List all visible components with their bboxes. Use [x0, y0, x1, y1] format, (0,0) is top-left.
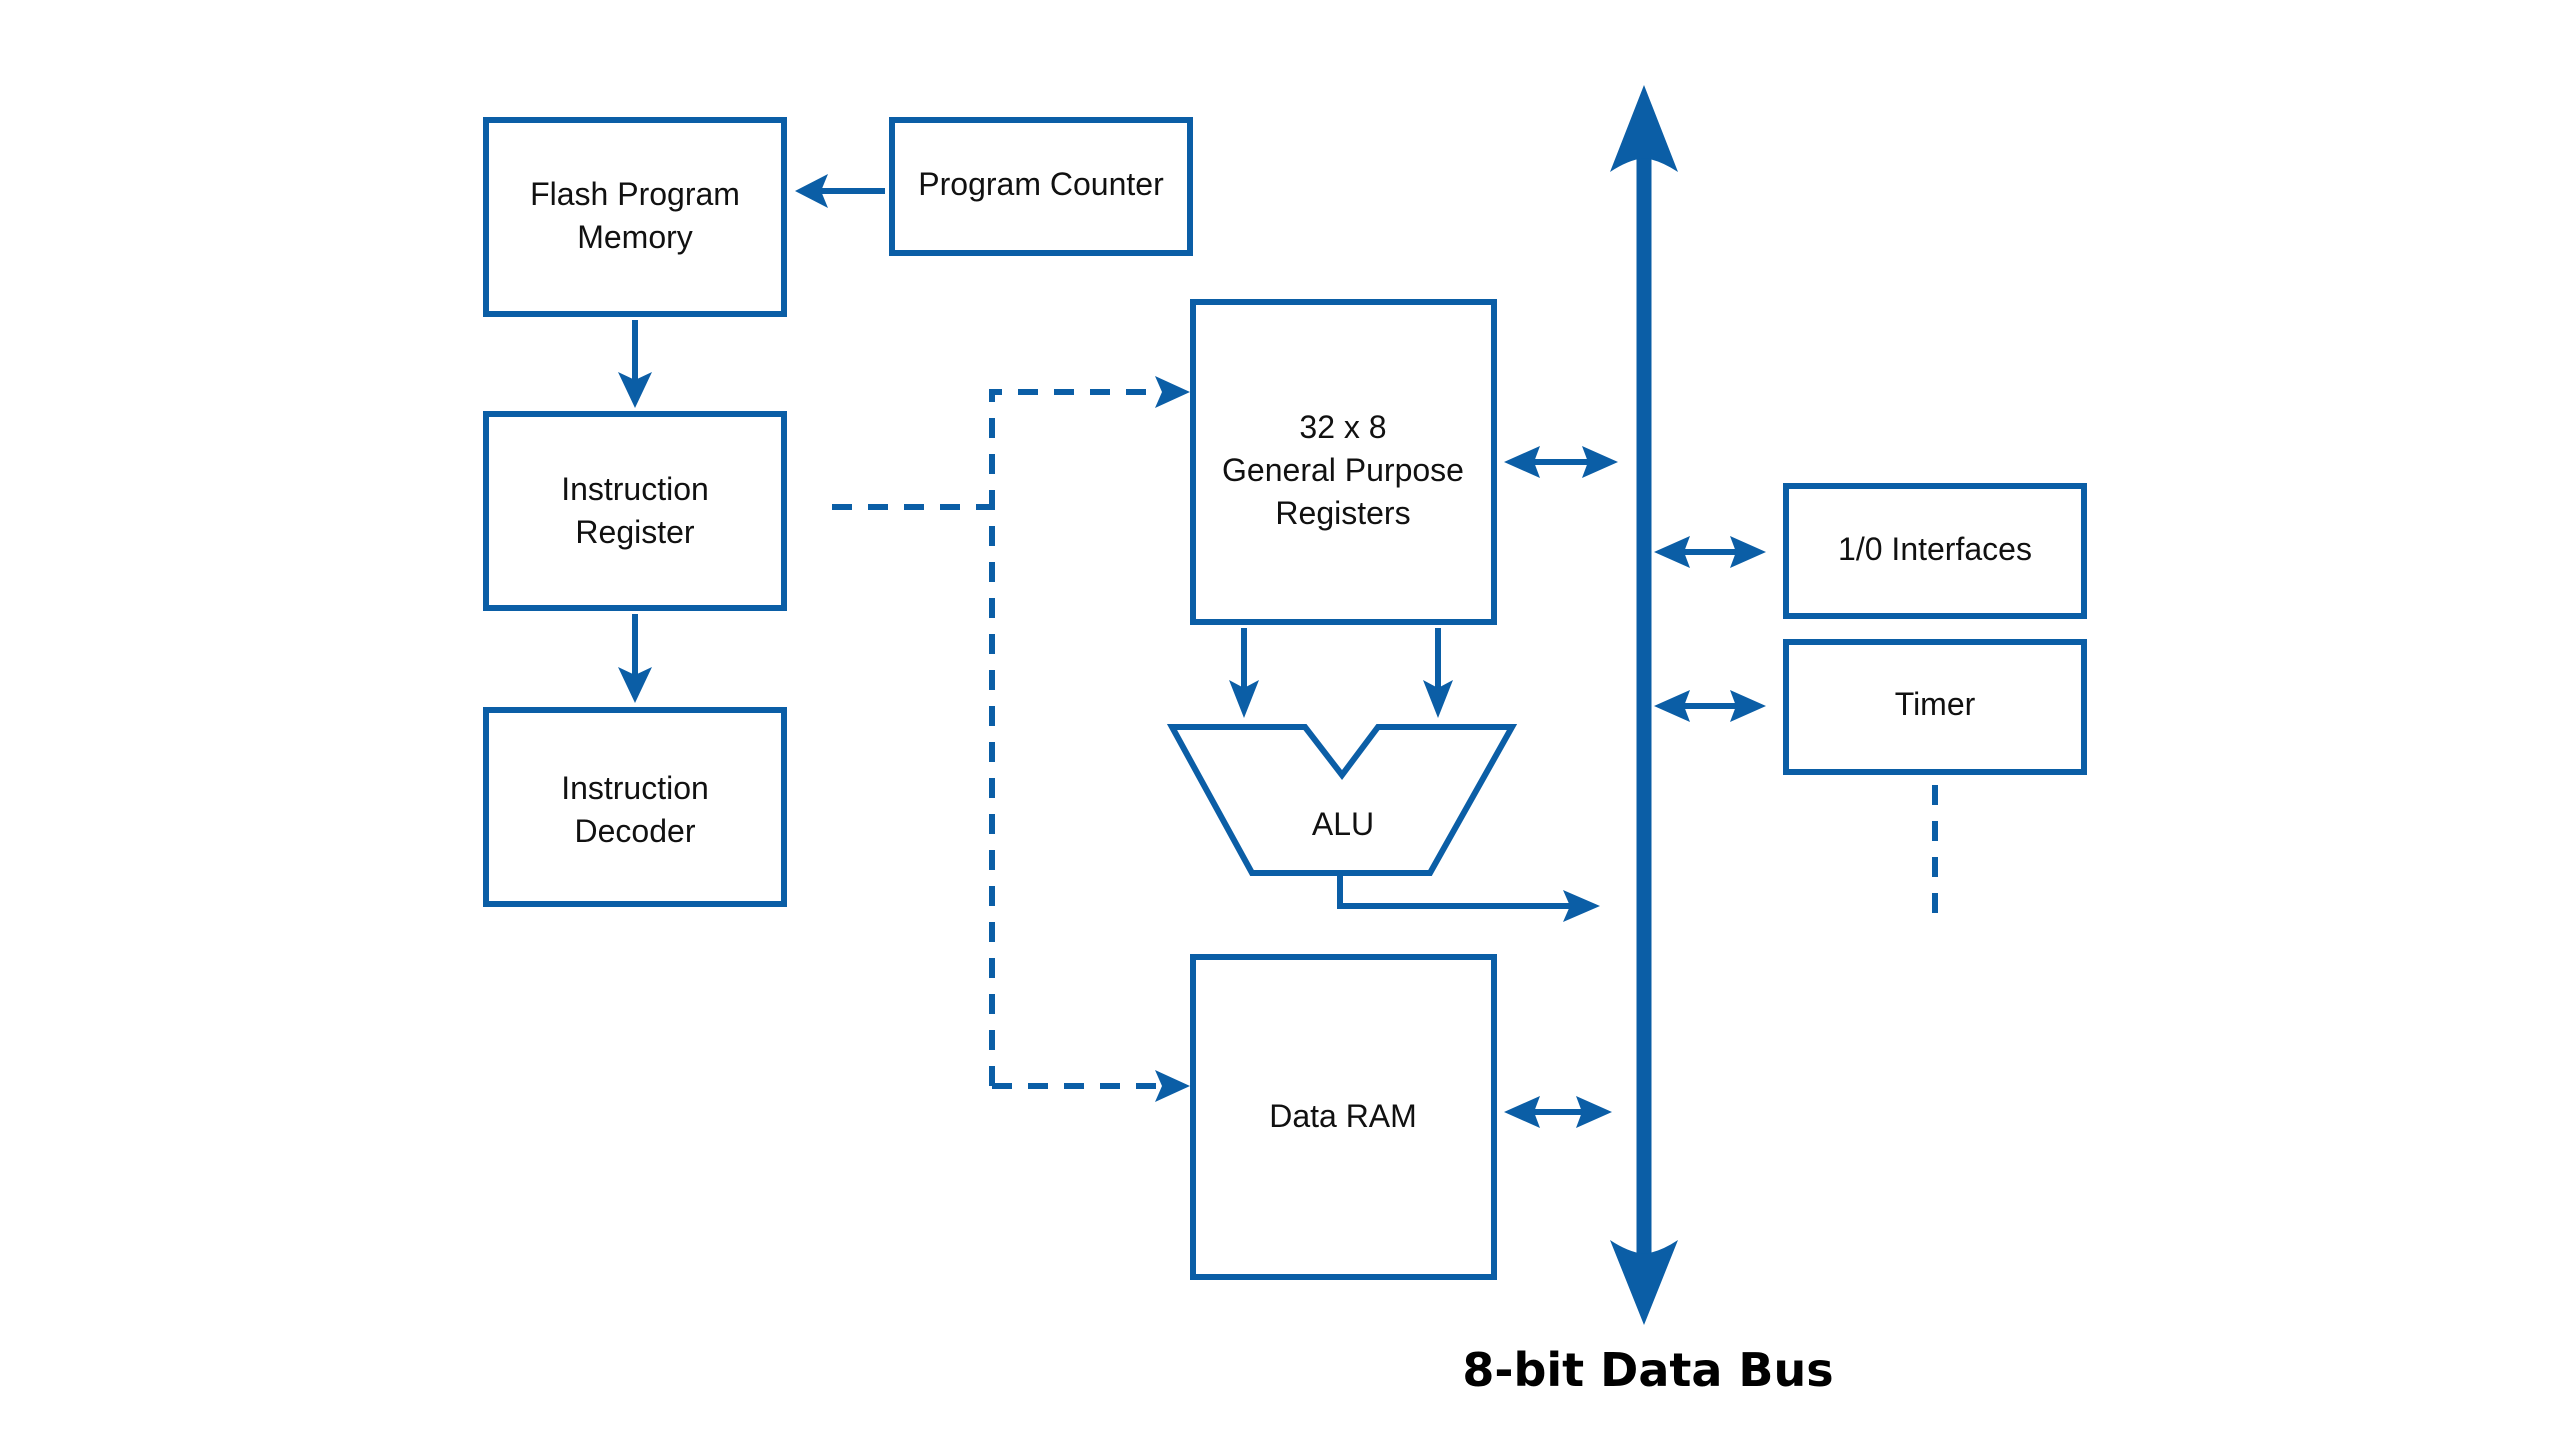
gpr-bus-bidirectional-arrow	[1504, 446, 1618, 478]
program-counter-label: Program Counter	[918, 166, 1164, 202]
ir-label-line2: Register	[575, 514, 695, 550]
flash-label-line1: Flash Program	[530, 176, 740, 212]
program-counter-block: Program Counter	[889, 117, 1193, 256]
alu-label: ALU	[1312, 806, 1374, 842]
flash-label-line2: Memory	[577, 219, 693, 255]
io-bus-bidirectional-arrow	[1654, 536, 1766, 568]
general-purpose-registers-block: 32 x 8 General Purpose Registers	[1190, 299, 1497, 625]
gpr-label-line1: 32 x 8	[1299, 409, 1386, 445]
ir-to-id-arrow	[618, 614, 652, 703]
flash-to-ir-arrow	[618, 320, 652, 408]
io-interfaces-block: 1/0 Interfaces	[1783, 483, 2087, 619]
timer-label: Timer	[1895, 686, 1976, 722]
ram-bus-bidirectional-arrow	[1504, 1096, 1612, 1128]
io-label: 1/0 Interfaces	[1838, 531, 2032, 567]
data-ram-label: Data RAM	[1269, 1098, 1417, 1134]
avr-block-diagram: Flash Program Memory Program Counter Ins…	[483, 85, 2087, 1397]
gpr-label-line2: General Purpose	[1222, 452, 1464, 488]
timer-bus-bidirectional-arrow	[1654, 690, 1766, 722]
alu-to-bus-arrow	[1337, 876, 1600, 922]
timer-block: Timer	[1783, 639, 2087, 775]
gpr-label-line3: Registers	[1275, 495, 1410, 531]
control-dashed-lines	[832, 376, 1190, 1102]
id-label-line2: Decoder	[575, 813, 696, 849]
flash-program-memory-block: Flash Program Memory	[483, 117, 787, 317]
instruction-register-block: Instruction Register	[483, 411, 787, 611]
gpr-to-alu-arrows	[1229, 628, 1453, 718]
data-ram-block: Data RAM	[1190, 954, 1497, 1280]
data-bus-label: 8-bit Data Bus	[1462, 1343, 1833, 1397]
id-label-line1: Instruction	[561, 770, 709, 806]
alu-block: ALU	[1166, 724, 1518, 876]
instruction-decoder-block: Instruction Decoder	[483, 707, 787, 907]
pc-to-flash-arrow	[795, 174, 885, 208]
ir-label-line1: Instruction	[561, 471, 709, 507]
